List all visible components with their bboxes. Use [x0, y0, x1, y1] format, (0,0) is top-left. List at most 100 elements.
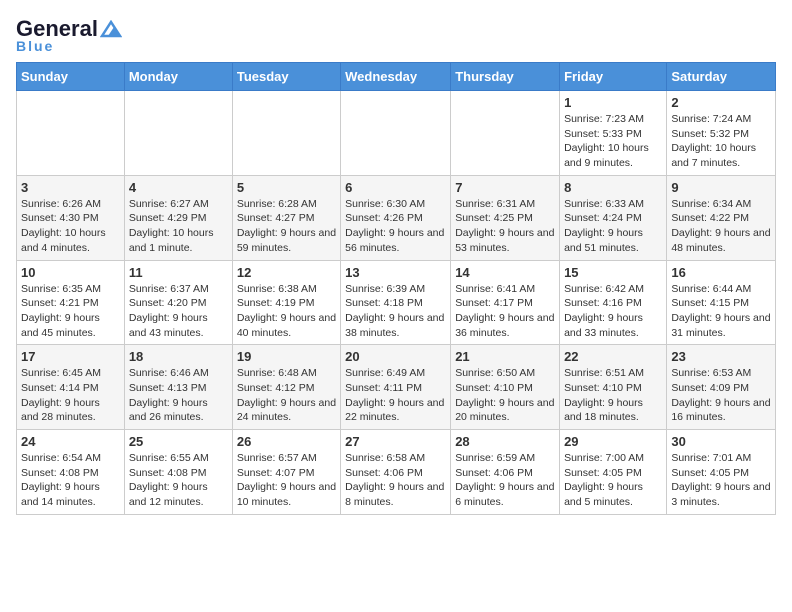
day-info: Sunrise: 6:58 AM Sunset: 4:06 PM Dayligh…	[345, 451, 446, 510]
daylight-label: Daylight: 9 hours and 53 minutes.	[455, 227, 554, 254]
day-number: 14	[455, 265, 555, 280]
calendar-cell	[232, 91, 340, 176]
calendar-cell: 29 Sunrise: 7:00 AM Sunset: 4:05 PM Dayl…	[560, 430, 667, 515]
day-info: Sunrise: 6:59 AM Sunset: 4:06 PM Dayligh…	[455, 451, 555, 510]
sunset-label: Sunset: 4:27 PM	[237, 212, 315, 224]
sunset-label: Sunset: 4:26 PM	[345, 212, 423, 224]
calendar-cell: 12 Sunrise: 6:38 AM Sunset: 4:19 PM Dayl…	[232, 260, 340, 345]
daylight-label: Daylight: 9 hours and 40 minutes.	[237, 312, 336, 339]
sunrise-label: Sunrise: 6:48 AM	[237, 367, 317, 379]
daylight-label: Daylight: 9 hours and 48 minutes.	[671, 227, 770, 254]
day-number: 11	[129, 265, 228, 280]
day-number: 3	[21, 180, 120, 195]
day-number: 24	[21, 434, 120, 449]
day-number: 29	[564, 434, 662, 449]
sunset-label: Sunset: 4:08 PM	[129, 467, 207, 479]
daylight-label: Daylight: 9 hours and 12 minutes.	[129, 481, 208, 508]
calendar-cell	[124, 91, 232, 176]
day-number: 4	[129, 180, 228, 195]
sunrise-label: Sunrise: 6:28 AM	[237, 198, 317, 210]
daylight-label: Daylight: 9 hours and 18 minutes.	[564, 397, 643, 424]
weekday-header-row: SundayMondayTuesdayWednesdayThursdayFrid…	[17, 63, 776, 91]
sunset-label: Sunset: 4:15 PM	[671, 297, 749, 309]
sunset-label: Sunset: 4:06 PM	[345, 467, 423, 479]
calendar-cell: 19 Sunrise: 6:48 AM Sunset: 4:12 PM Dayl…	[232, 345, 340, 430]
daylight-label: Daylight: 9 hours and 16 minutes.	[671, 397, 770, 424]
day-number: 13	[345, 265, 446, 280]
calendar-cell: 24 Sunrise: 6:54 AM Sunset: 4:08 PM Dayl…	[17, 430, 125, 515]
daylight-label: Daylight: 9 hours and 43 minutes.	[129, 312, 208, 339]
weekday-header: Tuesday	[232, 63, 340, 91]
day-info: Sunrise: 7:00 AM Sunset: 4:05 PM Dayligh…	[564, 451, 662, 510]
day-number: 30	[671, 434, 771, 449]
sunrise-label: Sunrise: 6:35 AM	[21, 283, 101, 295]
sunrise-label: Sunrise: 6:58 AM	[345, 452, 425, 464]
day-info: Sunrise: 6:53 AM Sunset: 4:09 PM Dayligh…	[671, 366, 771, 425]
weekday-header: Monday	[124, 63, 232, 91]
day-number: 26	[237, 434, 336, 449]
logo: General Blue	[16, 16, 122, 54]
sunset-label: Sunset: 4:05 PM	[564, 467, 642, 479]
sunset-label: Sunset: 4:12 PM	[237, 382, 315, 394]
day-number: 8	[564, 180, 662, 195]
day-info: Sunrise: 6:46 AM Sunset: 4:13 PM Dayligh…	[129, 366, 228, 425]
daylight-label: Daylight: 9 hours and 14 minutes.	[21, 481, 100, 508]
sunrise-label: Sunrise: 6:45 AM	[21, 367, 101, 379]
sunset-label: Sunset: 5:33 PM	[564, 128, 642, 140]
calendar-cell: 8 Sunrise: 6:33 AM Sunset: 4:24 PM Dayli…	[560, 175, 667, 260]
day-number: 16	[671, 265, 771, 280]
daylight-label: Daylight: 9 hours and 3 minutes.	[671, 481, 770, 508]
day-info: Sunrise: 6:35 AM Sunset: 4:21 PM Dayligh…	[21, 282, 120, 341]
daylight-label: Daylight: 10 hours and 7 minutes.	[671, 142, 756, 169]
day-info: Sunrise: 6:57 AM Sunset: 4:07 PM Dayligh…	[237, 451, 336, 510]
calendar-cell	[341, 91, 451, 176]
day-info: Sunrise: 6:33 AM Sunset: 4:24 PM Dayligh…	[564, 197, 662, 256]
day-number: 2	[671, 95, 771, 110]
calendar-cell: 25 Sunrise: 6:55 AM Sunset: 4:08 PM Dayl…	[124, 430, 232, 515]
day-info: Sunrise: 6:48 AM Sunset: 4:12 PM Dayligh…	[237, 366, 336, 425]
daylight-label: Daylight: 9 hours and 45 minutes.	[21, 312, 100, 339]
day-info: Sunrise: 6:51 AM Sunset: 4:10 PM Dayligh…	[564, 366, 662, 425]
sunset-label: Sunset: 4:21 PM	[21, 297, 99, 309]
day-number: 21	[455, 349, 555, 364]
sunset-label: Sunset: 4:13 PM	[129, 382, 207, 394]
calendar-week-row: 17 Sunrise: 6:45 AM Sunset: 4:14 PM Dayl…	[17, 345, 776, 430]
daylight-label: Daylight: 9 hours and 10 minutes.	[237, 481, 336, 508]
sunrise-label: Sunrise: 6:50 AM	[455, 367, 535, 379]
day-info: Sunrise: 6:37 AM Sunset: 4:20 PM Dayligh…	[129, 282, 228, 341]
day-info: Sunrise: 6:30 AM Sunset: 4:26 PM Dayligh…	[345, 197, 446, 256]
daylight-label: Daylight: 9 hours and 56 minutes.	[345, 227, 444, 254]
sunrise-label: Sunrise: 6:46 AM	[129, 367, 209, 379]
sunrise-label: Sunrise: 6:49 AM	[345, 367, 425, 379]
day-info: Sunrise: 7:23 AM Sunset: 5:33 PM Dayligh…	[564, 112, 662, 171]
sunrise-label: Sunrise: 7:24 AM	[671, 113, 751, 125]
day-info: Sunrise: 7:01 AM Sunset: 4:05 PM Dayligh…	[671, 451, 771, 510]
day-info: Sunrise: 6:38 AM Sunset: 4:19 PM Dayligh…	[237, 282, 336, 341]
weekday-header: Sunday	[17, 63, 125, 91]
day-info: Sunrise: 7:24 AM Sunset: 5:32 PM Dayligh…	[671, 112, 771, 171]
daylight-label: Daylight: 9 hours and 24 minutes.	[237, 397, 336, 424]
sunset-label: Sunset: 4:07 PM	[237, 467, 315, 479]
calendar-cell: 2 Sunrise: 7:24 AM Sunset: 5:32 PM Dayli…	[667, 91, 776, 176]
sunset-label: Sunset: 4:09 PM	[671, 382, 749, 394]
calendar-cell: 14 Sunrise: 6:41 AM Sunset: 4:17 PM Dayl…	[451, 260, 560, 345]
weekday-header: Friday	[560, 63, 667, 91]
daylight-label: Daylight: 9 hours and 38 minutes.	[345, 312, 444, 339]
day-info: Sunrise: 6:42 AM Sunset: 4:16 PM Dayligh…	[564, 282, 662, 341]
day-number: 17	[21, 349, 120, 364]
sunset-label: Sunset: 4:22 PM	[671, 212, 749, 224]
sunset-label: Sunset: 4:20 PM	[129, 297, 207, 309]
calendar-cell: 16 Sunrise: 6:44 AM Sunset: 4:15 PM Dayl…	[667, 260, 776, 345]
sunrise-label: Sunrise: 6:27 AM	[129, 198, 209, 210]
day-info: Sunrise: 6:41 AM Sunset: 4:17 PM Dayligh…	[455, 282, 555, 341]
daylight-label: Daylight: 9 hours and 26 minutes.	[129, 397, 208, 424]
weekday-header: Saturday	[667, 63, 776, 91]
sunrise-label: Sunrise: 6:51 AM	[564, 367, 644, 379]
day-info: Sunrise: 6:39 AM Sunset: 4:18 PM Dayligh…	[345, 282, 446, 341]
header: General Blue	[16, 16, 776, 54]
calendar-cell: 15 Sunrise: 6:42 AM Sunset: 4:16 PM Dayl…	[560, 260, 667, 345]
calendar-cell	[451, 91, 560, 176]
calendar-week-row: 24 Sunrise: 6:54 AM Sunset: 4:08 PM Dayl…	[17, 430, 776, 515]
calendar-cell: 28 Sunrise: 6:59 AM Sunset: 4:06 PM Dayl…	[451, 430, 560, 515]
sunrise-label: Sunrise: 6:41 AM	[455, 283, 535, 295]
